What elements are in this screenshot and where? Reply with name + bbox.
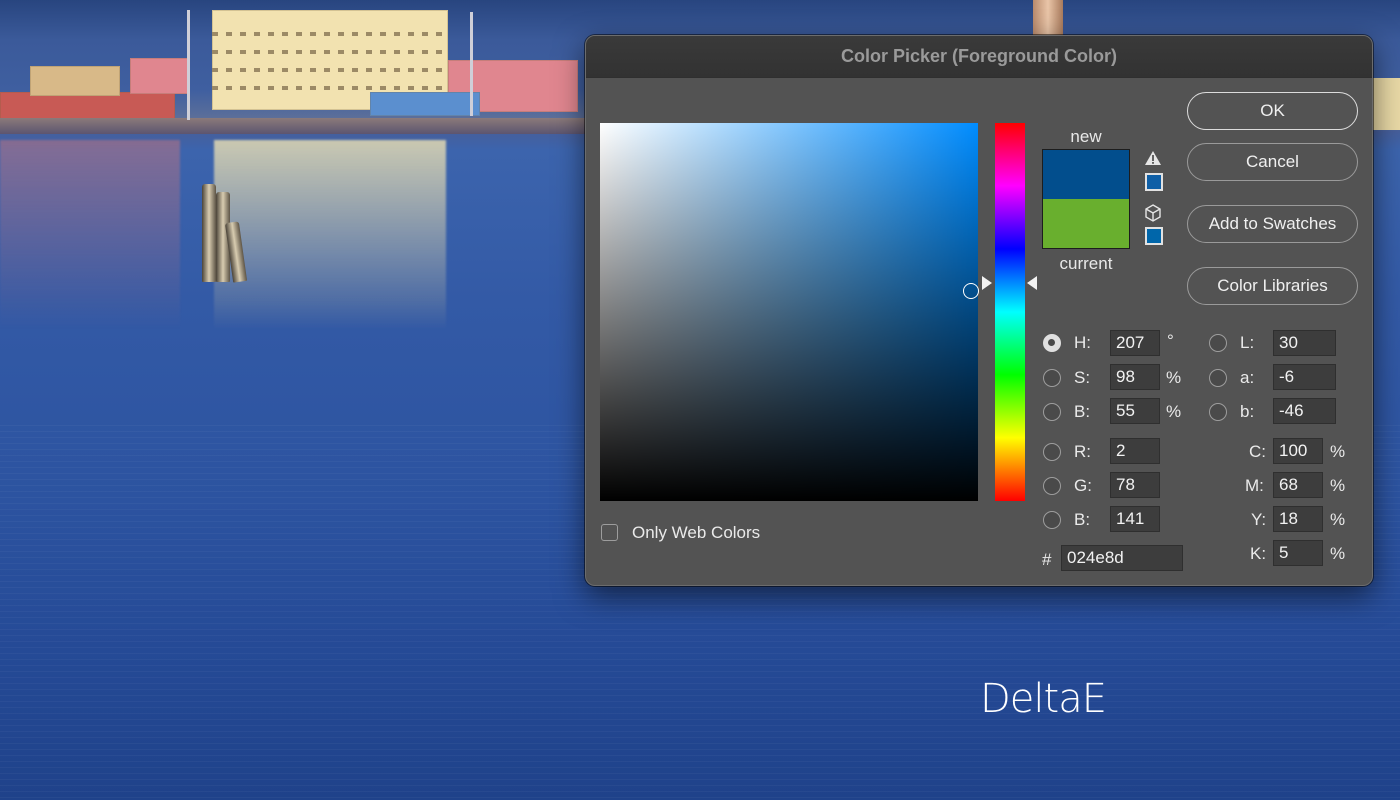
add-to-swatches-button[interactable]: Add to Swatches <box>1187 205 1358 243</box>
lamp-pole <box>470 12 473 116</box>
building <box>1370 78 1400 130</box>
current-color-swatch[interactable] <box>1042 199 1130 249</box>
water-reflection <box>0 140 180 330</box>
a-radio[interactable] <box>1209 369 1227 387</box>
ok-button[interactable]: OK <box>1187 92 1358 130</box>
b-label: B: <box>1074 402 1091 421</box>
y-input[interactable]: 18 <box>1273 506 1323 532</box>
color-libraries-button[interactable]: Color Libraries <box>1187 267 1358 305</box>
dialog-title: Color Picker (Foreground Color) <box>840 46 1117 66</box>
s-radio[interactable] <box>1043 369 1061 387</box>
new-color-swatch <box>1042 149 1130 199</box>
m-input[interactable]: 68 <box>1273 472 1323 498</box>
building <box>0 92 175 120</box>
color-field-cursor[interactable] <box>963 283 979 299</box>
c-label: C: <box>1249 442 1266 461</box>
c-input[interactable]: 100 <box>1273 438 1323 464</box>
shoreline <box>0 118 600 134</box>
dialog-titlebar[interactable]: Color Picker (Foreground Color) <box>586 36 1372 78</box>
y-unit: % <box>1330 510 1346 529</box>
lab-b-input[interactable]: -46 <box>1273 398 1336 424</box>
building <box>370 92 480 116</box>
web-safe-swatch[interactable] <box>1145 227 1163 245</box>
wooden-piling <box>202 184 248 283</box>
watermark-logo: DeltaE <box>980 676 1107 722</box>
only-web-colors-checkbox[interactable] <box>601 524 618 541</box>
b-unit: % <box>1166 402 1182 421</box>
h-unit: ° <box>1167 331 1174 350</box>
s-unit: % <box>1166 368 1182 387</box>
h-radio[interactable] <box>1043 334 1061 352</box>
l-input[interactable]: 30 <box>1273 330 1336 356</box>
new-swatch-label: new <box>1070 127 1102 146</box>
k-input[interactable]: 5 <box>1273 540 1323 566</box>
s-label: S: <box>1074 368 1091 387</box>
h-input[interactable]: 207 <box>1110 330 1160 356</box>
g-radio[interactable] <box>1043 477 1061 495</box>
r-radio[interactable] <box>1043 443 1061 461</box>
a-label: a: <box>1240 368 1255 387</box>
r-input[interactable]: 2 <box>1110 438 1160 464</box>
hex-label: # <box>1042 550 1052 569</box>
g-input[interactable]: 78 <box>1110 472 1160 498</box>
color-picker-dialog: Color Picker (Foreground Color) new curr… <box>585 35 1373 586</box>
blue-label: B: <box>1074 510 1091 529</box>
gamut-warning-swatch[interactable] <box>1145 173 1163 191</box>
blue-radio[interactable] <box>1043 511 1061 529</box>
k-label: K: <box>1250 544 1267 563</box>
hue-slider-right-arrow-icon[interactable] <box>1027 276 1037 290</box>
hue-slider-left-arrow-icon[interactable] <box>982 276 992 290</box>
lab-b-label: b: <box>1240 402 1255 421</box>
color-field[interactable] <box>600 123 978 501</box>
blue-input[interactable]: 141 <box>1110 506 1160 532</box>
current-swatch-label: current <box>1059 254 1113 273</box>
s-input[interactable]: 98 <box>1110 364 1160 390</box>
y-label: Y: <box>1251 510 1267 529</box>
h-label: H: <box>1074 333 1091 352</box>
k-unit: % <box>1330 544 1346 563</box>
cancel-button[interactable]: Cancel <box>1187 143 1358 181</box>
c-unit: % <box>1330 442 1346 461</box>
l-radio[interactable] <box>1209 334 1227 352</box>
water-reflection <box>214 140 446 330</box>
l-label: L: <box>1240 333 1255 352</box>
lamp-pole <box>187 10 190 120</box>
bell-tower <box>1033 0 1063 36</box>
b-radio[interactable] <box>1043 403 1061 421</box>
hue-slider[interactable] <box>995 123 1025 501</box>
building <box>130 58 190 94</box>
web-safe-cube-icon[interactable] <box>1144 204 1162 222</box>
b-input[interactable]: 55 <box>1110 398 1160 424</box>
gamut-warning-icon[interactable] <box>1144 150 1162 166</box>
a-input[interactable]: -6 <box>1273 364 1336 390</box>
r-label: R: <box>1074 442 1091 461</box>
building <box>30 66 120 96</box>
m-label: M: <box>1245 476 1264 495</box>
only-web-colors-label: Only Web Colors <box>632 523 761 542</box>
g-label: G: <box>1074 476 1092 495</box>
lab-b-radio[interactable] <box>1209 403 1227 421</box>
m-unit: % <box>1330 476 1346 495</box>
hex-input[interactable]: 024e8d <box>1061 545 1183 571</box>
